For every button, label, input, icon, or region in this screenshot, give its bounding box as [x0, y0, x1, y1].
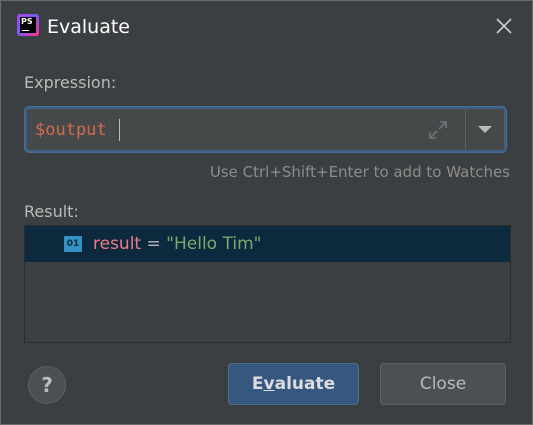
app-icon-label: PS [20, 17, 36, 33]
result-text: result = "Hello Tim" [93, 232, 261, 256]
title-bar: PS Evaluate [1, 1, 532, 53]
variable-name: result [93, 234, 142, 254]
close-icon [496, 18, 512, 34]
chevron-down-icon [478, 126, 492, 133]
expand-icon[interactable] [427, 119, 449, 141]
primitive-type-icon: 01 [64, 236, 82, 252]
result-row[interactable]: 01 result = "Hello Tim" [25, 226, 510, 262]
evaluate-label-suffix: aluate [274, 374, 336, 394]
help-button[interactable]: ? [28, 366, 66, 404]
history-dropdown-button[interactable] [466, 109, 504, 150]
text-caret [119, 119, 120, 141]
expression-label: Expression: [24, 73, 117, 92]
close-window-button[interactable] [485, 9, 523, 45]
expression-input[interactable] [35, 117, 415, 143]
evaluate-mnemonic: v [263, 374, 275, 394]
watches-hint: Use Ctrl+Shift+Enter to add to Watches [209, 163, 510, 181]
evaluate-dialog: PS Evaluate Expression: Use Ctrl+Shi [0, 0, 533, 425]
app-icon-text: PS [21, 17, 33, 26]
variable-value: "Hello Tim" [166, 234, 262, 254]
evaluate-button[interactable]: Evaluate [228, 363, 359, 405]
phpstorm-icon: PS [17, 14, 39, 36]
evaluate-label-prefix: E [251, 374, 264, 394]
close-button[interactable]: Close [380, 363, 506, 405]
result-label: Result: [24, 202, 79, 221]
expression-combo-box[interactable] [25, 107, 506, 152]
equals-sign: = [146, 234, 161, 254]
result-tree[interactable]: 01 result = "Hello Tim" [24, 225, 511, 343]
dialog-title: Evaluate [47, 16, 130, 38]
